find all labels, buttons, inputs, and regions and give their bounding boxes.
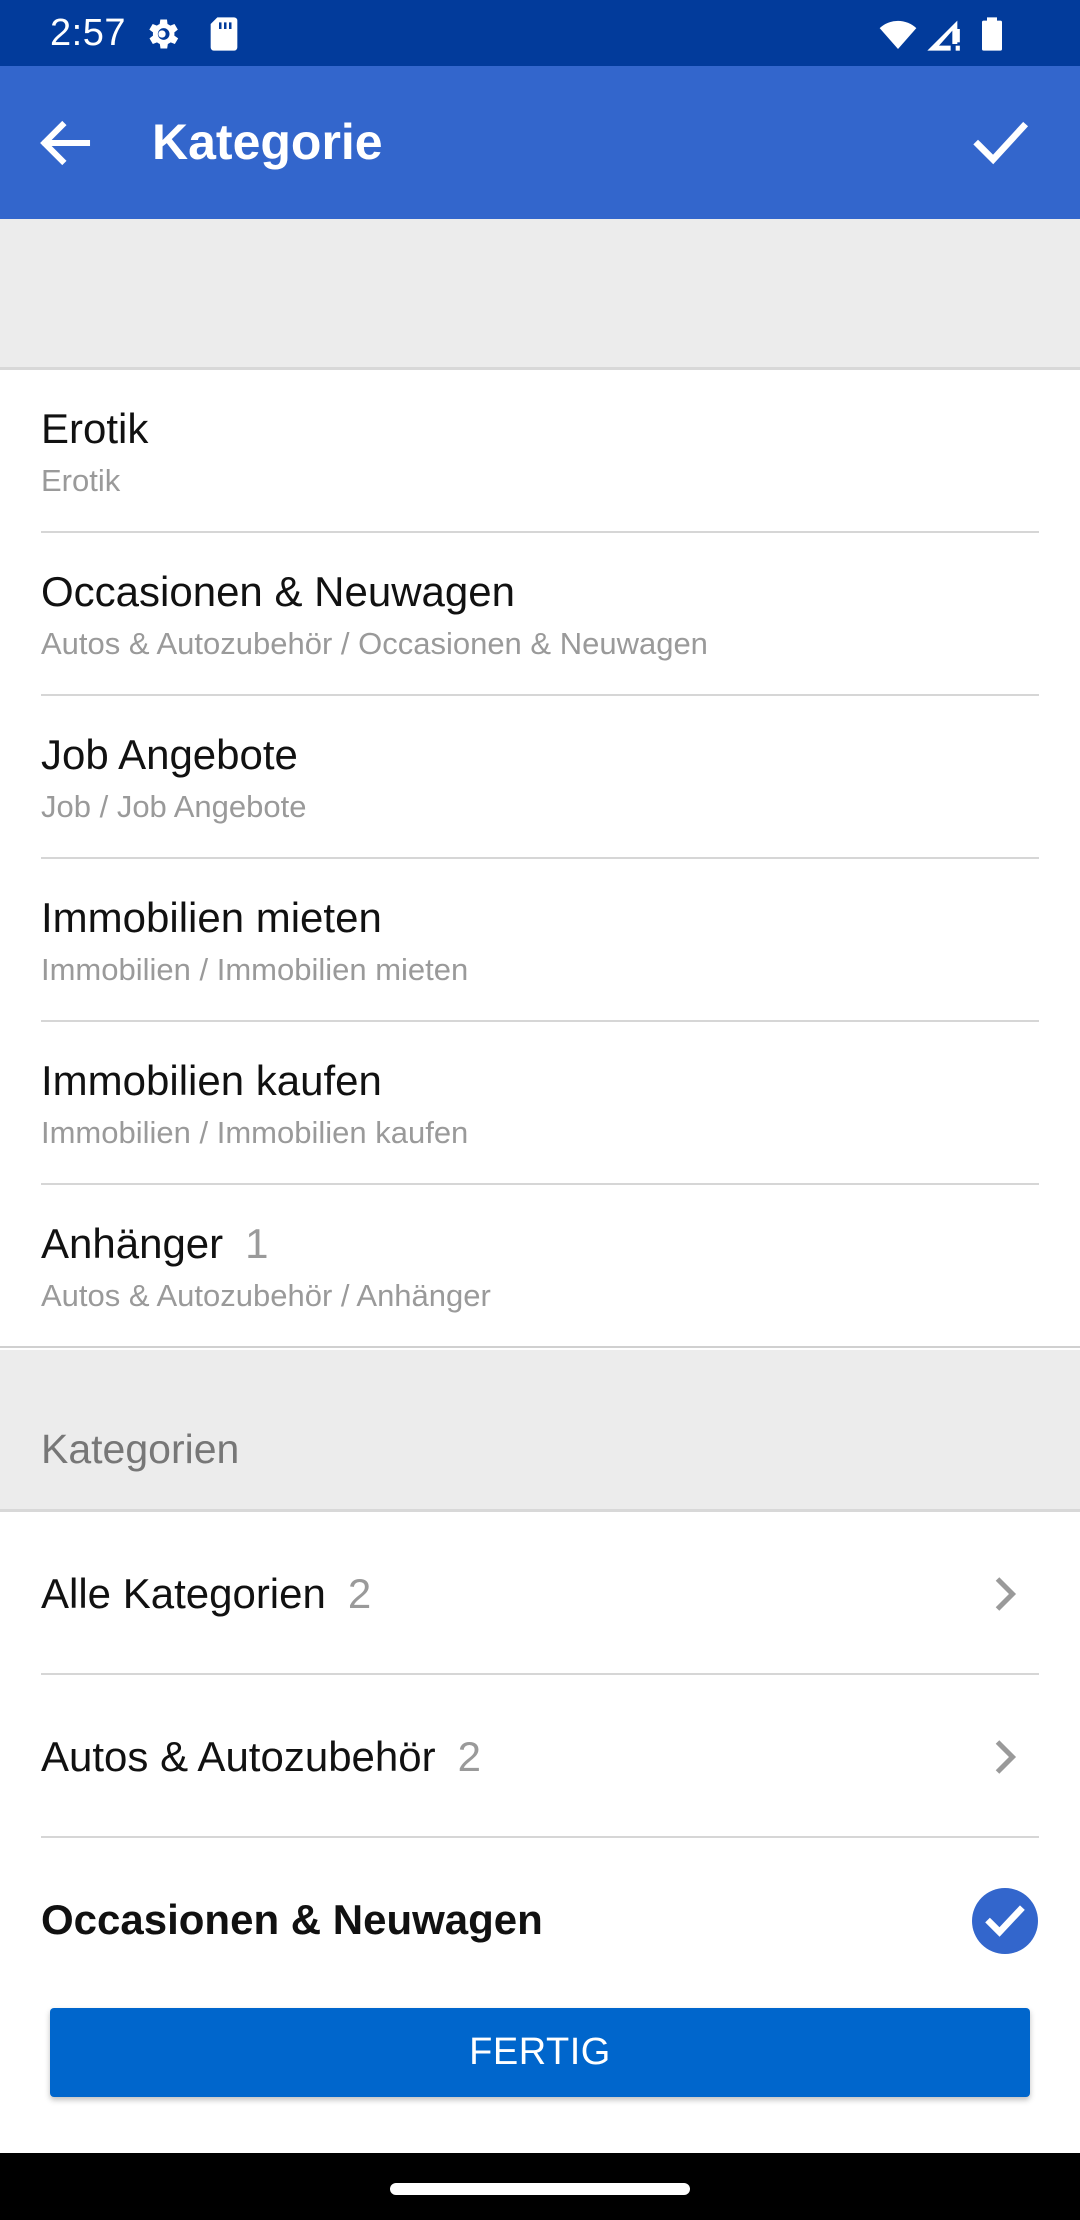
list-item[interactable]: Immobilien kaufen Immobilien / Immobilie… bbox=[0, 1022, 1080, 1185]
status-time: 2:57 bbox=[50, 12, 126, 54]
item-count: 2 bbox=[457, 1733, 481, 1780]
section-header: Kategorien bbox=[0, 1350, 1080, 1512]
battery-icon bbox=[982, 17, 1002, 51]
list-item[interactable]: Occasionen & Neuwagen Autos & Autozubehö… bbox=[0, 533, 1080, 696]
list-item[interactable]: Immobilien mieten Immobilien / Immobilie… bbox=[0, 859, 1080, 1022]
item-subtitle: Autos & Autozubehör / Occasionen & Neuwa… bbox=[41, 626, 708, 661]
category-item-occasionen-selected[interactable]: Occasionen & Neuwagen bbox=[0, 1838, 1080, 2001]
chevron-right-icon bbox=[995, 1577, 1017, 1611]
home-handle[interactable] bbox=[390, 2183, 690, 2195]
category-item-alle-kategorien[interactable]: Alle Kategorien 2 bbox=[0, 1512, 1080, 1675]
category-list: Alle Kategorien 2 Autos & Autozubehör 2 Oc… bbox=[0, 1512, 1080, 2001]
button-area: FERTIG bbox=[0, 1997, 1080, 2153]
list-item[interactable]: Erotik Erotik bbox=[0, 370, 1080, 533]
page-title: Kategorie bbox=[152, 114, 383, 170]
category-item-autos[interactable]: Autos & Autozubehör 2 bbox=[0, 1675, 1080, 1838]
item-subtitle: Job / Job Angebote bbox=[41, 789, 307, 824]
top-spacer bbox=[0, 219, 1080, 370]
category-label: Occasionen & Neuwagen bbox=[41, 1896, 543, 1943]
sd-card-icon bbox=[210, 17, 238, 51]
item-subtitle: Erotik bbox=[41, 463, 121, 498]
category-label: Alle Kategorien 2 bbox=[41, 1570, 372, 1617]
done-button[interactable]: FERTIG bbox=[50, 2008, 1030, 2097]
section-header-label: Kategorien bbox=[41, 1426, 240, 1472]
app-bar: Kategorie bbox=[0, 66, 1080, 219]
item-subtitle: Immobilien / Immobilien kaufen bbox=[41, 1115, 469, 1150]
chevron-right-icon bbox=[995, 1740, 1017, 1774]
item-title: Erotik bbox=[41, 405, 149, 452]
item-title: Job Angebote bbox=[41, 731, 298, 778]
divider bbox=[0, 1346, 1080, 1348]
list-item[interactable]: Job Angebote Job / Job Angebote bbox=[0, 696, 1080, 859]
navigation-bar bbox=[0, 2153, 1080, 2220]
signal-icon bbox=[927, 20, 960, 51]
item-title: Occasionen & Neuwagen bbox=[41, 568, 515, 615]
recent-categories-list: Erotik Erotik Occasionen & Neuwagen Auto… bbox=[0, 370, 1080, 1348]
settings-icon bbox=[149, 19, 179, 49]
status-bar: 2:57 bbox=[0, 0, 1080, 66]
check-circle-icon bbox=[972, 1888, 1038, 1954]
wifi-icon bbox=[879, 20, 917, 49]
check-icon[interactable] bbox=[964, 110, 1036, 176]
category-label: Autos & Autozubehör 2 bbox=[41, 1733, 481, 1780]
item-title: Immobilien mieten bbox=[41, 894, 382, 941]
arrow-back-icon[interactable] bbox=[32, 110, 98, 176]
item-count: 2 bbox=[347, 1570, 372, 1617]
item-subtitle: Immobilien / Immobilien mieten bbox=[41, 952, 469, 987]
item-title: Immobilien kaufen bbox=[41, 1057, 382, 1104]
list-item[interactable]: Anhänger 1 Autos & Autozubehör / Anhänger bbox=[0, 1185, 1080, 1348]
item-subtitle: Autos & Autozubehör / Anhänger bbox=[41, 1278, 491, 1313]
item-title: Anhänger 1 bbox=[41, 1220, 269, 1267]
item-count: 1 bbox=[245, 1220, 269, 1267]
